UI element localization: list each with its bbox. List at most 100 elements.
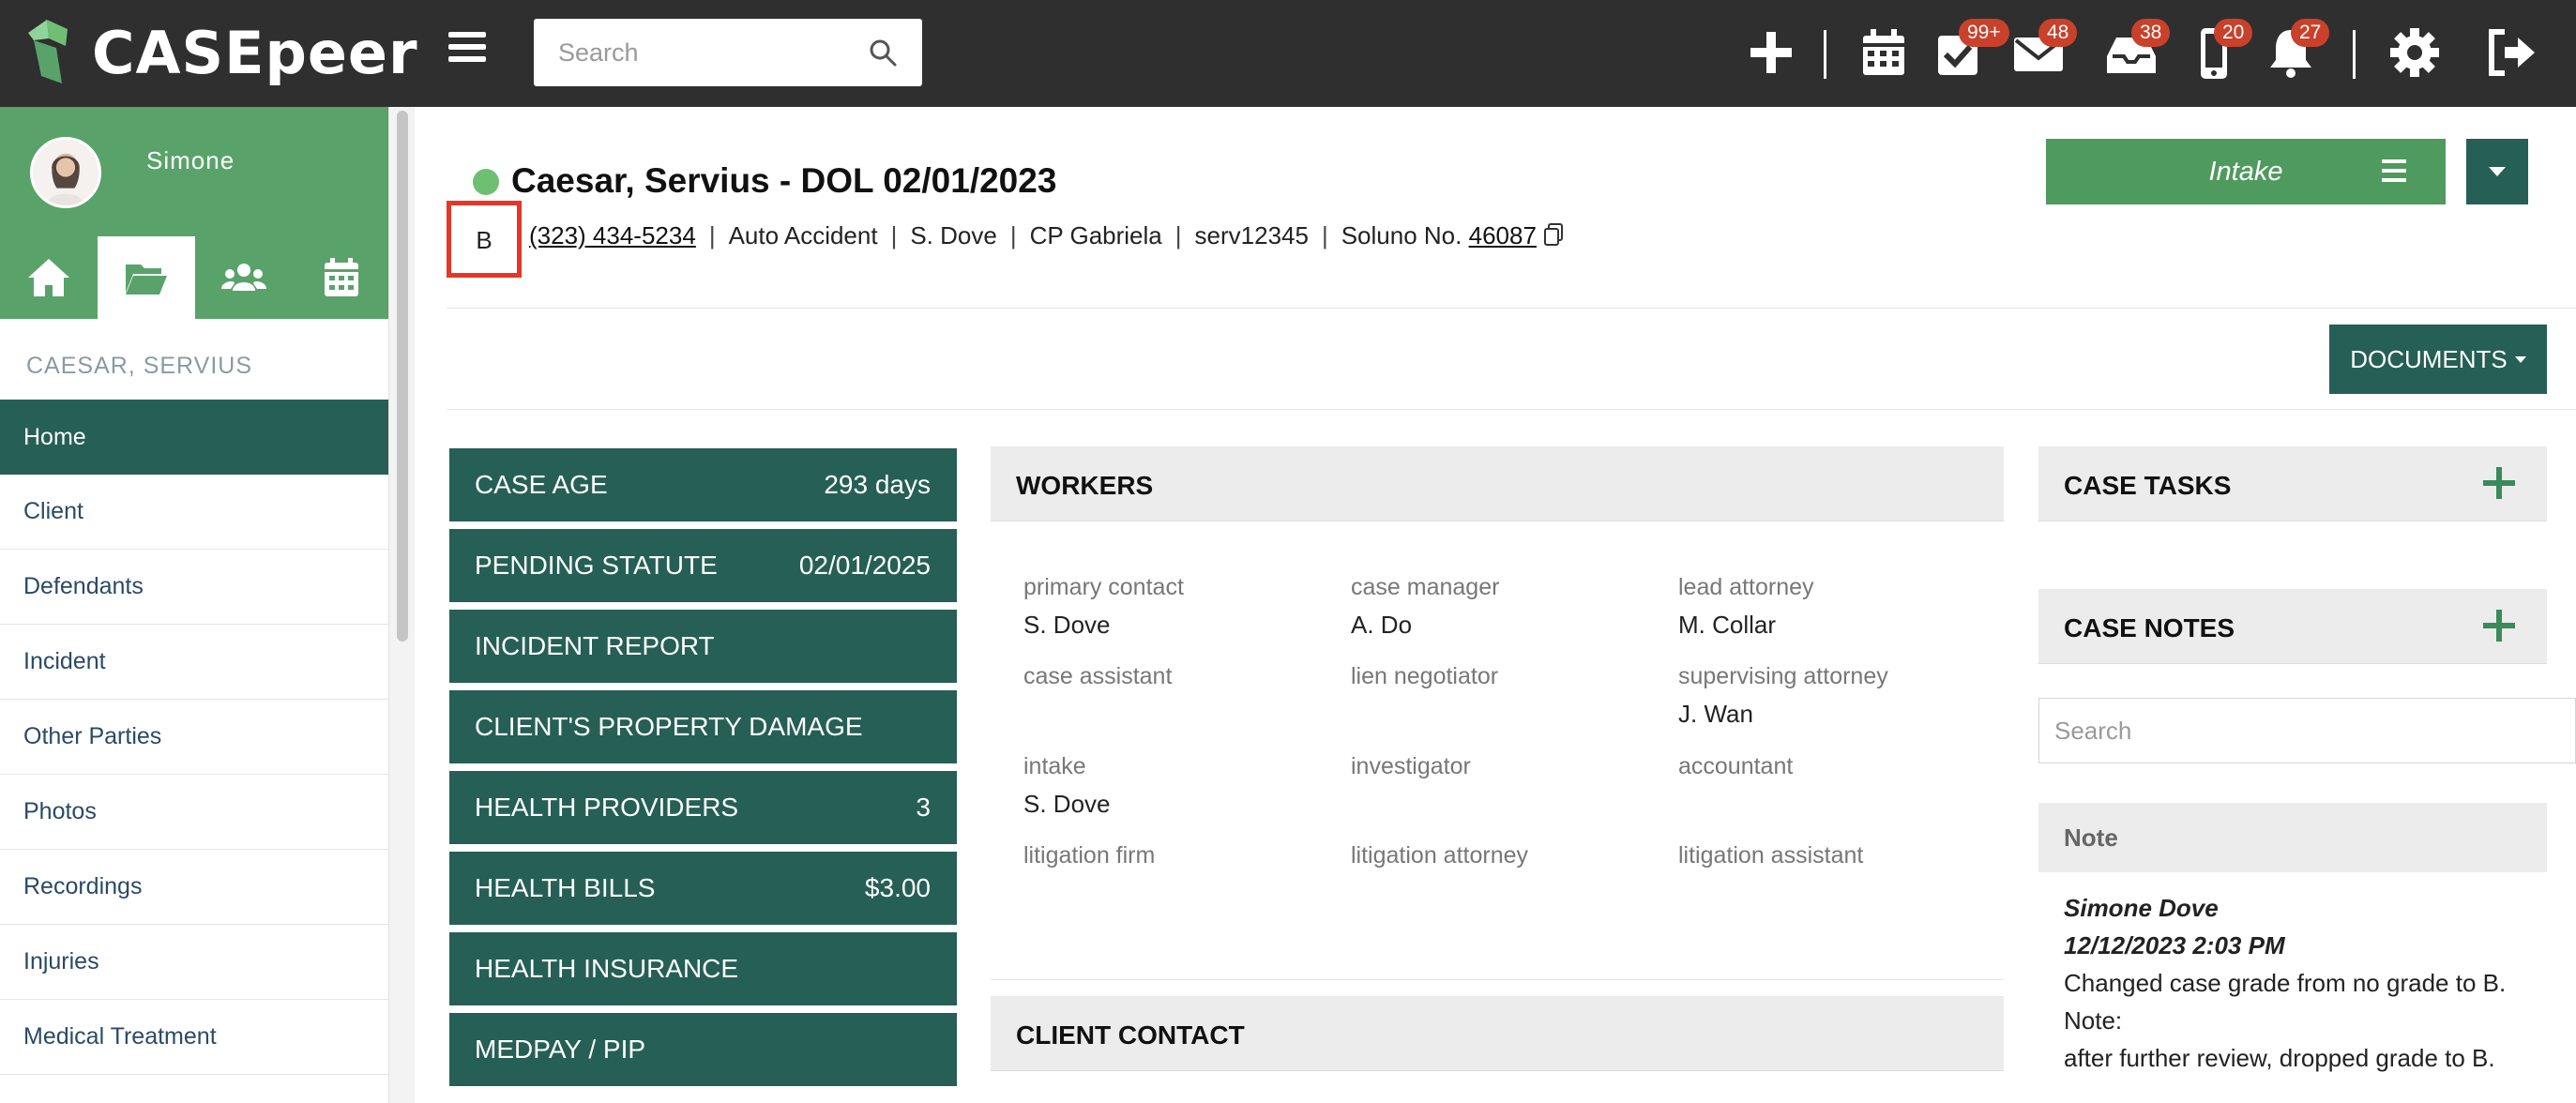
scrollbar-thumb[interactable] [397, 111, 408, 642]
case-notes-title: CASE NOTES [2064, 613, 2235, 642]
sidebar-tab-calendar[interactable] [293, 236, 390, 319]
note-timestamp: 12/12/2023 2:03 PM [2064, 931, 2285, 959]
global-search-input[interactable] [534, 19, 853, 86]
add-new-icon[interactable] [1743, 24, 1799, 81]
note-author: Simone Dove [2064, 894, 2219, 922]
sidebar-item-photos[interactable]: Photos [0, 775, 388, 850]
sidebar-tab-contacts[interactable] [195, 236, 293, 319]
sidebar-item-defendants[interactable]: Defendants [0, 550, 388, 625]
sidebar-scrollbar[interactable] [388, 107, 415, 1103]
worker-role: accountant [1678, 753, 1794, 779]
user-name: Simone [146, 146, 235, 174]
documents-button[interactable]: DOCUMENTS [2329, 325, 2547, 394]
stat-label: MEDPAY / PIP [475, 1035, 646, 1064]
sidebar-item-injuries[interactable]: Injuries [0, 925, 388, 1000]
copy-icon[interactable] [1543, 222, 1564, 247]
worker-name[interactable]: S. Dove [1023, 611, 1342, 640]
stat-label: PENDING STATUTE [475, 551, 718, 580]
stat-medpay-pip[interactable]: MEDPAY / PIP [449, 1013, 957, 1086]
separator: | [1321, 221, 1328, 249]
tasks-badge: 99+ [1959, 19, 2009, 47]
worker-name[interactable]: J. Wan [1678, 700, 1997, 729]
sidebar-item-incident[interactable]: Incident [0, 625, 388, 700]
worker-name[interactable]: A. Do [1351, 611, 1670, 640]
stat-label: CASE AGE [475, 470, 608, 499]
stat-value: 3 [916, 793, 931, 822]
stat-property-damage[interactable]: CLIENT'S PROPERTY DAMAGE [449, 690, 957, 763]
worker-name[interactable]: S. Dove [1023, 790, 1342, 819]
logout-icon[interactable] [2482, 24, 2538, 81]
calendar-icon [325, 258, 358, 296]
separator: | [890, 221, 898, 249]
worker-role: primary contact [1023, 574, 1184, 600]
worker-role: litigation firm [1023, 842, 1156, 869]
case-cp: CP Gabriela [1029, 221, 1162, 249]
sidebar-tab-home[interactable] [0, 236, 98, 319]
logo-text: CASEpeer [92, 18, 418, 87]
worker-role: case manager [1351, 574, 1500, 600]
notes-column-header: Note [2038, 803, 2547, 872]
worker-role: lien negotiator [1351, 663, 1499, 689]
client-id: serv12345 [1194, 221, 1309, 249]
worker-role: case assistant [1023, 663, 1173, 689]
notes-search-input[interactable] [2039, 699, 2575, 763]
main-menu-icon[interactable] [448, 32, 486, 69]
case-grade: B [476, 226, 492, 254]
logo-leaf-icon [28, 20, 79, 85]
worker-role: investigator [1351, 753, 1471, 779]
note-column-label: Note [2064, 823, 2118, 852]
worker-lien-negotiator: lien negotiator [1351, 663, 1670, 700]
worker-accountant: accountant [1678, 753, 1997, 790]
sidebar-tab-case-files[interactable] [98, 236, 195, 319]
sidebar-item-recordings[interactable]: Recordings [0, 850, 388, 925]
calendar-icon[interactable] [1856, 24, 1912, 81]
intake-dropdown-button[interactable] [2466, 139, 2528, 204]
case-type: Auto Accident [728, 221, 878, 249]
add-task-icon[interactable] [2483, 467, 2515, 499]
caret-down-icon [2489, 167, 2506, 176]
stat-incident-report[interactable]: INCIDENT REPORT [449, 610, 957, 683]
note-text-line: after further review, dropped grade to B… [2064, 1044, 2495, 1072]
case-grade-badge[interactable]: B [447, 201, 522, 278]
mobile-phone-icon[interactable]: 20 [2186, 19, 2253, 81]
stat-health-insurance[interactable]: HEALTH INSURANCE [449, 932, 957, 1005]
divider [447, 308, 2576, 309]
soluno-number-link[interactable]: 46087 [1469, 221, 1537, 249]
mail-icon[interactable]: 48 [2010, 19, 2078, 81]
sidebar-item-client[interactable]: Client [0, 475, 388, 550]
sidebar-item-medical-treatment[interactable]: Medical Treatment [0, 1000, 388, 1075]
user-avatar[interactable] [30, 137, 101, 208]
note-entry[interactable]: Simone Dove 12/12/2023 2:03 PM Changed c… [2064, 889, 2552, 1077]
stat-label: CLIENT'S PROPERTY DAMAGE [475, 712, 863, 741]
sidebar-item-other-parties[interactable]: Other Parties [0, 700, 388, 775]
stat-case-age[interactable]: CASE AGE 293 days [449, 448, 957, 521]
worker-lead-attorney: lead attorney M. Collar [1678, 574, 1997, 640]
client-contact-section-header: CLIENT CONTACT [991, 996, 2004, 1071]
worker-case-manager: case manager A. Do [1351, 574, 1670, 640]
inbox-tray-icon[interactable]: 38 [2103, 19, 2171, 81]
sidebar-user-panel: Simone [0, 107, 388, 319]
client-phone-link[interactable]: (323) 434-5234 [529, 221, 696, 249]
sidebar-item-home[interactable]: Home [0, 400, 388, 475]
stat-label: INCIDENT REPORT [475, 631, 715, 660]
stat-health-providers[interactable]: HEALTH PROVIDERS 3 [449, 771, 957, 844]
stat-label: HEALTH PROVIDERS [475, 793, 739, 822]
stat-value: 293 days [824, 470, 931, 499]
worker-investigator: investigator [1351, 753, 1670, 790]
casepeer-logo[interactable]: CASEpeer [28, 13, 418, 92]
worker-name[interactable]: M. Collar [1678, 611, 1997, 640]
intake-label: Intake [2208, 156, 2283, 187]
stat-health-bills[interactable]: HEALTH BILLS $3.00 [449, 852, 957, 925]
intake-button[interactable]: Intake [2046, 139, 2446, 204]
stat-label: HEALTH BILLS [475, 873, 656, 902]
notes-search [2038, 698, 2576, 763]
bell-notification-icon[interactable]: 27 [2263, 19, 2330, 81]
add-note-icon[interactable] [2483, 610, 2515, 642]
search-icon[interactable] [868, 38, 898, 68]
worker-role: lead attorney [1678, 574, 1814, 600]
stat-pending-statute[interactable]: PENDING STATUTE 02/01/2025 [449, 529, 957, 602]
case-info-line: (323) 434-5234 | Auto Accident | S. Dove | CP … [529, 221, 1564, 250]
tasks-check-icon[interactable]: 99+ [1931, 19, 2009, 81]
documents-label: DOCUMENTS [2350, 344, 2508, 373]
gear-settings-icon[interactable] [2387, 24, 2443, 81]
